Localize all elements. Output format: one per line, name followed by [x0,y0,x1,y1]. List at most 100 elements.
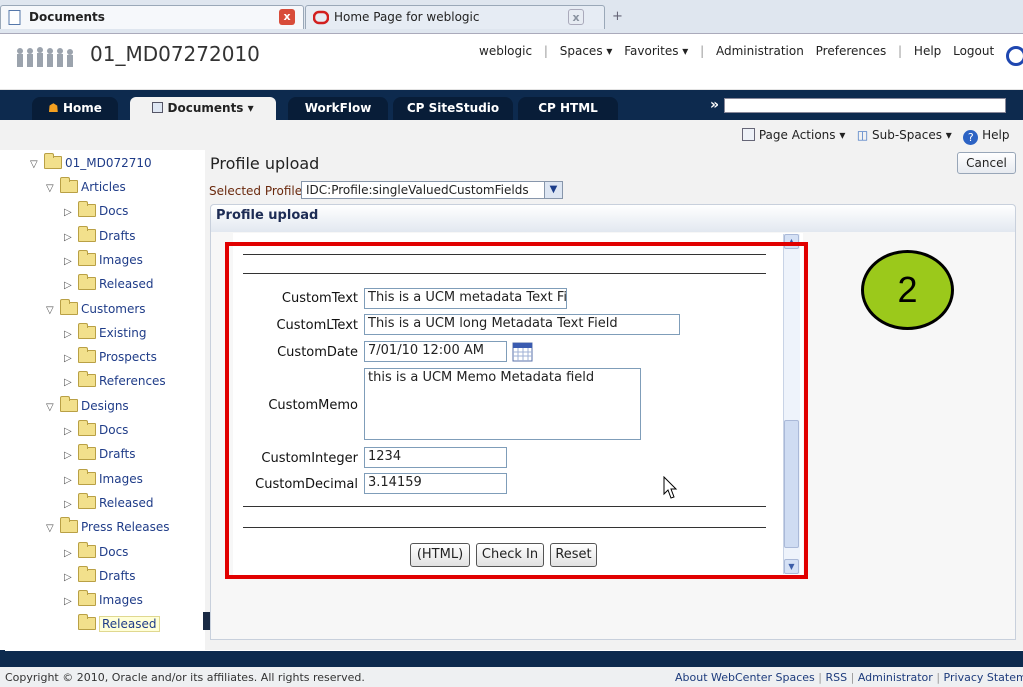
collapse-toggle-icon[interactable]: ▽ [46,305,60,316]
cancel-button[interactable]: Cancel [957,152,1016,174]
expand-toggle-icon[interactable]: ▷ [64,232,78,243]
people-logo-icon [14,46,80,68]
copyright-text: Copyright © 2010, Oracle and/or its affi… [5,671,365,684]
expand-toggle-icon[interactable]: ▷ [64,256,78,267]
step-callout-badge: 2 [861,250,954,330]
browser-tab-documents[interactable]: Documents x [0,5,304,29]
new-tab-icon[interactable]: + [612,9,623,24]
tab-overflow-icon[interactable]: » [710,97,719,113]
administration-link[interactable]: Administration [716,44,804,58]
tree-item[interactable]: ▽ Customers [46,299,146,320]
folder-icon [78,493,96,509]
tab-search-input[interactable] [724,98,1006,113]
expand-toggle-icon[interactable]: ▷ [64,548,78,559]
expand-toggle-icon[interactable]: ▷ [64,377,78,388]
expand-toggle-icon[interactable]: ▷ [64,572,78,583]
tree-item[interactable]: ▷ Images [64,469,143,490]
tree-item-label: 01_MD072710 [65,156,152,170]
tree-item[interactable]: ▷ Images [64,250,143,271]
tree-item[interactable]: ▷ References [64,371,166,392]
tree-item[interactable]: ▷ Released [64,274,154,295]
tab-workflow[interactable]: WorkFlow [288,97,388,120]
tree-item[interactable]: ▷ Drafts [64,226,136,247]
expand-toggle-icon[interactable]: ▽ [30,159,44,170]
folder-icon [78,566,96,582]
expand-toggle-icon[interactable]: ▷ [64,450,78,461]
tree-item[interactable]: ▷ Docs [64,201,129,222]
help-link[interactable]: Help [914,44,941,58]
rss-link[interactable]: RSS [826,671,848,684]
collapse-toggle-icon[interactable]: ▽ [46,402,60,413]
expand-toggle-icon[interactable]: ▷ [64,207,78,218]
collapse-toggle-icon[interactable]: ▽ [46,523,60,534]
help-button[interactable]: Help [982,128,1009,142]
footer-bar [0,651,1023,667]
tree-item-label: Drafts [99,569,136,583]
expand-toggle-icon[interactable]: ▷ [64,499,78,510]
page-actions-menu[interactable]: Page Actions ▾ [759,128,846,142]
tree-item-label: Prospects [99,350,157,364]
tree-item[interactable]: ▽ Designs [46,396,129,417]
privacy-link[interactable]: Privacy Statement [944,671,1023,684]
expand-toggle-icon[interactable]: ▷ [64,596,78,607]
tree-item[interactable]: ▷ Released [64,493,154,514]
tab-cp-sitestudio[interactable]: CP SiteStudio [393,97,513,120]
tree-item-label: Docs [99,545,129,559]
close-tab-icon[interactable]: x [568,9,584,25]
highlight-box [225,242,808,579]
document-icon [8,10,22,25]
administrator-link[interactable]: Administrator [858,671,933,684]
tree-item[interactable]: ▷ Existing [64,323,147,344]
space-title: 01_MD07272010 [90,42,260,66]
documents-icon [152,102,164,113]
collapse-toggle-icon[interactable]: ▽ [46,183,60,194]
tree-root[interactable]: ▽ 01_MD072710 [30,153,152,174]
tree-item-label: Images [99,593,143,607]
tree-item[interactable]: ▷ Images [64,590,143,611]
chevron-down-icon[interactable]: ▼ [544,182,562,198]
tree-item-label: Designs [81,399,129,413]
tab-home[interactable]: ☗ Home [32,97,118,120]
tree-item-label: Images [99,253,143,267]
tab-label: Documents ▾ [167,101,254,115]
tree-item-label: Articles [81,180,126,194]
user-link[interactable]: weblogic [479,44,532,58]
expand-toggle-icon[interactable]: ▷ [64,426,78,437]
tree-item[interactable]: Released [64,614,160,635]
tree-item[interactable]: ▷ Drafts [64,566,136,587]
tree-item-label: Docs [99,423,129,437]
tree-item[interactable]: ▷ Prospects [64,347,157,368]
close-tab-icon[interactable]: x [279,9,295,25]
sub-spaces-menu[interactable]: Sub-Spaces ▾ [872,128,952,142]
footer: Copyright © 2010, Oracle and/or its affi… [0,667,1023,687]
folder-icon [78,347,96,363]
tree-item-label: Docs [99,204,129,218]
folder-icon [78,201,96,217]
tree-item[interactable]: ▷ Drafts [64,444,136,465]
tree-item[interactable]: ▷ Docs [64,542,129,563]
spaces-menu[interactable]: Spaces ▾ [560,44,613,58]
search-icon[interactable] [1006,46,1023,66]
top-navigation: weblogic | Spaces ▾ Favorites ▾ | Admini… [475,44,998,58]
logout-link[interactable]: Logout [953,44,994,58]
folder-icon [78,274,96,290]
expand-toggle-icon[interactable]: ▷ [64,475,78,486]
folder-icon [78,226,96,242]
preferences-link[interactable]: Preferences [816,44,887,58]
tab-documents[interactable]: Documents ▾ [130,97,276,120]
favorites-menu[interactable]: Favorites ▾ [624,44,688,58]
tab-cp-html[interactable]: CP HTML [518,97,618,120]
page-toolbar: Page Actions ▾ ◫ Sub-Spaces ▾ ? Help [0,120,1023,150]
sidebar-collapse-handle[interactable] [203,612,210,630]
tree-item[interactable]: ▽ Articles [46,177,126,198]
about-link[interactable]: About WebCenter Spaces [675,671,815,684]
expand-toggle-icon[interactable]: ▷ [64,280,78,291]
browser-tab-homepage[interactable]: Home Page for weblogic x [305,5,605,29]
tree-item[interactable]: ▷ Docs [64,420,129,441]
tree-item-label: References [99,374,166,388]
expand-toggle-icon[interactable]: ▷ [64,353,78,364]
profile-select[interactable]: IDC:Profile:singleValuedCustomFields [301,181,563,199]
tree-item[interactable]: ▽ Press Releases [46,517,170,538]
expand-toggle-icon[interactable]: ▷ [64,329,78,340]
tree-item-label: Press Releases [81,520,170,534]
